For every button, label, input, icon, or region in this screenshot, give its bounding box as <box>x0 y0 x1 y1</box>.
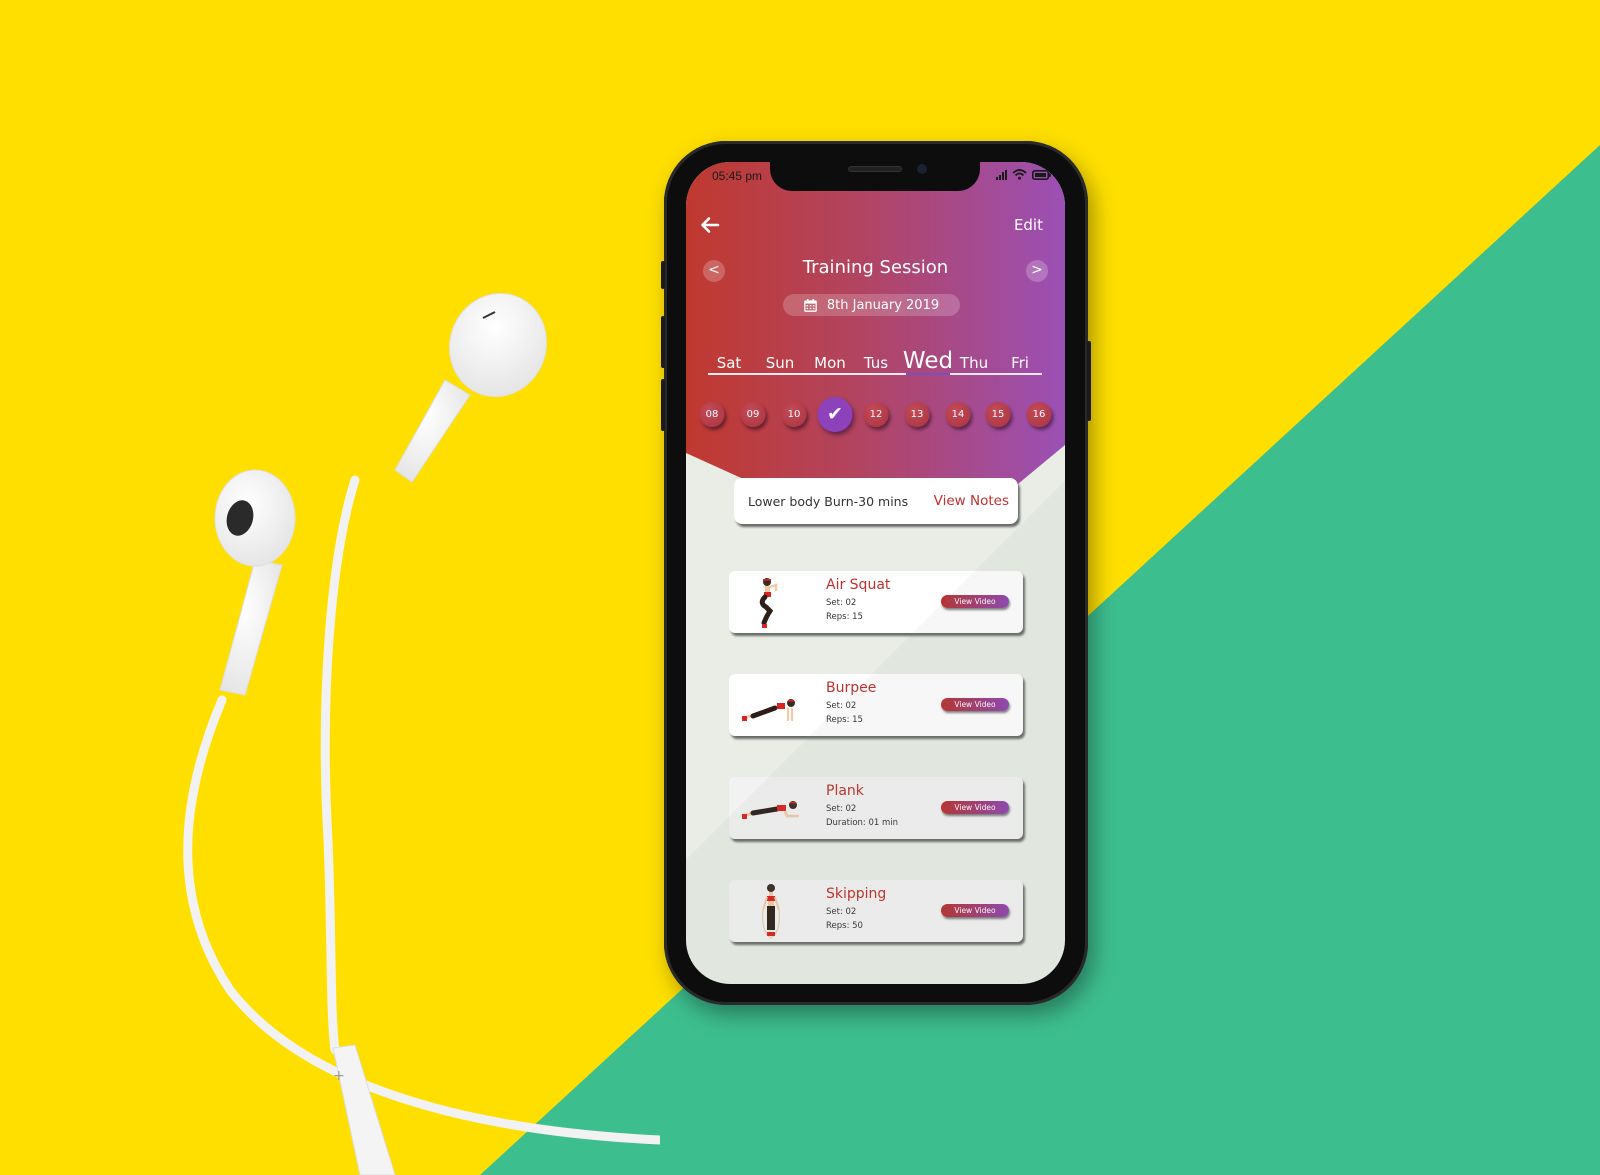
exercise-sets: Set: 02 <box>826 598 857 608</box>
date-12[interactable]: 12 <box>863 402 889 427</box>
burpee-figure-icon <box>742 699 795 721</box>
wifi-icon <box>1012 169 1027 180</box>
view-video-button[interactable]: View Video <box>941 801 1009 814</box>
exercise-reps: Reps: 15 <box>826 612 863 622</box>
calendar-icon <box>804 298 817 312</box>
date-14[interactable]: 14 <box>945 402 971 427</box>
tab-tus[interactable]: Tus <box>864 354 888 372</box>
exercise-name: Air Squat <box>826 577 891 593</box>
exercise-name: Burpee <box>826 680 877 696</box>
date-selector[interactable]: 8th January 2019 <box>783 294 960 316</box>
exercise-card[interactable]: Air Squat Set: 02 Reps: 15 View Video <box>729 571 1023 633</box>
tab-sun[interactable]: Sun <box>766 354 795 372</box>
notch <box>770 162 980 191</box>
exercise-duration: Duration: 01 min <box>826 818 899 828</box>
volume-up-button <box>661 316 665 368</box>
squat-figure-icon <box>759 578 778 628</box>
date-13[interactable]: 13 <box>904 402 930 427</box>
date-16[interactable]: 16 <box>1026 402 1052 427</box>
tab-mon[interactable]: Mon <box>814 354 846 372</box>
tab-sat[interactable]: Sat <box>717 354 742 372</box>
weekday-tabs: Sat Sun Mon Tus Wed Thu Fri <box>708 345 1042 375</box>
exercise-name: Plank <box>826 783 864 799</box>
front-camera <box>917 164 927 174</box>
exercise-sets: Set: 02 <box>826 701 857 711</box>
view-notes-link[interactable]: View Notes <box>934 493 1009 509</box>
exercise-reps: Reps: 15 <box>826 715 863 725</box>
weekday-underline <box>708 373 1042 375</box>
signal-icon <box>996 169 1007 180</box>
date-11-selected-check-icon[interactable]: ✔ <box>817 397 853 432</box>
phone-device: 05:45 pm Edit < Training Session > 8th J… <box>661 141 1091 1005</box>
session-summary: Lower body Burn-30 mins <box>748 493 909 509</box>
session-summary-card: Lower body Burn-30 mins View Notes <box>734 478 1018 524</box>
date-strip: 08 09 10 ✔ 12 13 14 15 16 <box>686 394 1065 434</box>
view-video-button[interactable]: View Video <box>941 904 1009 917</box>
plank-figure-icon <box>742 801 799 819</box>
date-08[interactable]: 08 <box>699 402 725 427</box>
tab-fri[interactable]: Fri <box>1011 354 1029 372</box>
page-title: Training Session <box>802 257 949 278</box>
status-time: 05:45 pm <box>712 169 763 183</box>
battery-icon <box>1032 169 1051 180</box>
exercise-reps: Reps: 50 <box>826 921 863 931</box>
header-banner <box>686 162 1065 489</box>
next-session-button[interactable]: > <box>1026 260 1048 282</box>
view-video-button[interactable]: View Video <box>941 595 1009 608</box>
arrow-left-icon <box>701 217 720 233</box>
tab-thu[interactable]: Thu <box>960 354 988 372</box>
skipping-figure-icon <box>762 884 780 939</box>
exercise-card[interactable]: Plank Set: 02 Duration: 01 min View Vide… <box>729 777 1023 839</box>
earbuds-icon: + <box>183 292 660 1175</box>
exercise-card[interactable]: Skipping Set: 02 Reps: 50 View Video <box>729 880 1023 942</box>
speaker-grille <box>848 166 902 172</box>
edit-button[interactable]: Edit <box>1014 216 1043 234</box>
power-button <box>1087 341 1091 421</box>
exercise-name: Skipping <box>826 886 887 902</box>
date-label: 8th January 2019 <box>826 297 940 313</box>
volume-down-button <box>661 379 665 431</box>
app-screen: 05:45 pm Edit < Training Session > 8th J… <box>686 162 1065 984</box>
exercise-sets: Set: 02 <box>826 804 857 814</box>
exercise-sets: Set: 02 <box>826 907 857 917</box>
exercise-card[interactable]: Burpee Set: 02 Reps: 15 View Video <box>729 674 1023 736</box>
side-button <box>661 261 665 289</box>
view-video-button[interactable]: View Video <box>941 698 1009 711</box>
active-day-indicator <box>906 373 950 375</box>
date-15[interactable]: 15 <box>985 402 1011 427</box>
date-09[interactable]: 09 <box>740 402 766 427</box>
svg-text:+: + <box>333 1068 345 1084</box>
date-10[interactable]: 10 <box>781 402 807 427</box>
tab-wed[interactable]: Wed <box>903 348 953 374</box>
status-icons <box>996 169 1051 180</box>
back-button[interactable] <box>699 214 721 236</box>
